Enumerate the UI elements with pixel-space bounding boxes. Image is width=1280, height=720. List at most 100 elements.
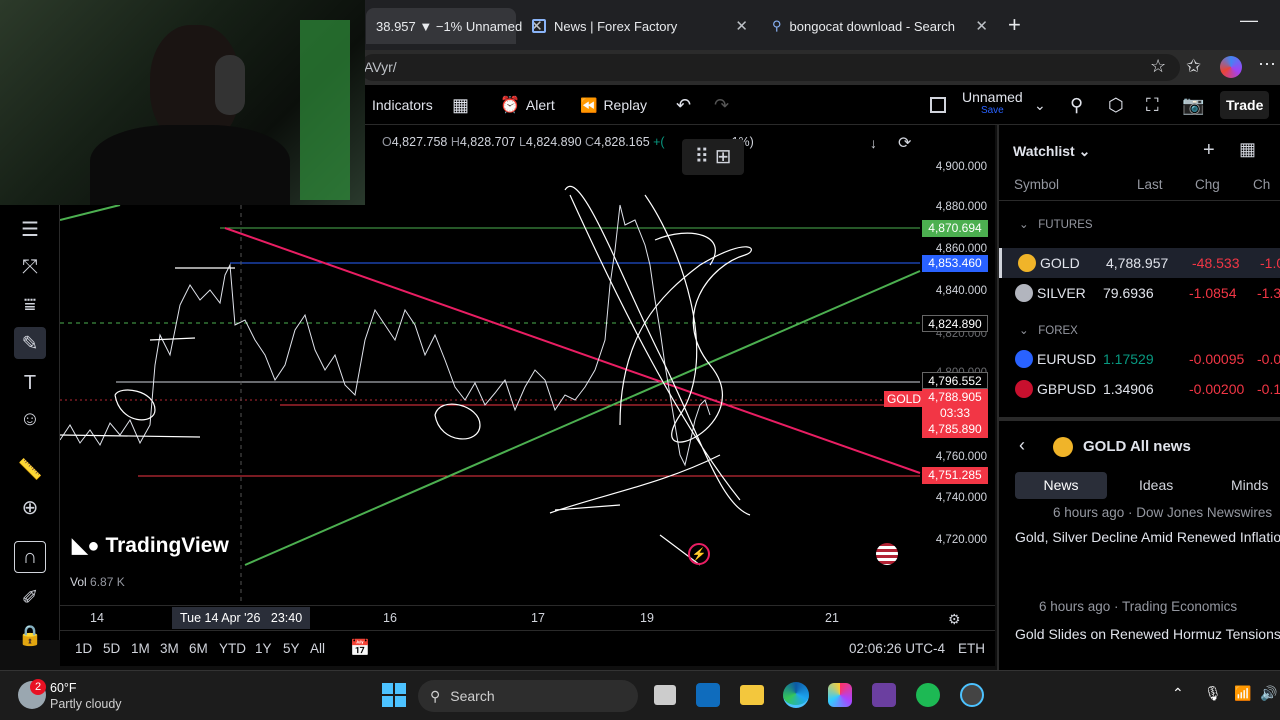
taskbar-search[interactable]: ⚲ Search (418, 680, 638, 712)
back-arrow-icon[interactable]: ‹ (1019, 435, 1025, 456)
layout-name-button[interactable]: Unnamed Save (962, 90, 1023, 118)
lock-drawing-icon[interactable]: ✐ (14, 581, 46, 613)
trend-line-icon[interactable]: ⤧ (14, 251, 46, 283)
timeframe-5d[interactable]: 5D (103, 641, 120, 656)
chrome-icon[interactable] (960, 683, 984, 707)
tab-forex-factory[interactable]: News | Forex Factory ✕ (522, 8, 758, 44)
microphone-icon[interactable]: 🎙 (1204, 685, 1222, 702)
price-tag-blue: 4,853.460 (922, 255, 988, 272)
weather-temp: 60°F (50, 681, 77, 695)
lock-icon[interactable]: 🔒 (14, 619, 46, 651)
watchlist-row[interactable]: SILVER 79.6936 -1.0854 -1.3 (999, 278, 1280, 308)
watchlist-title-button[interactable]: Watchlist ⌄ (1013, 143, 1090, 160)
column-chg[interactable]: Chg (1195, 177, 1220, 192)
spotify-icon[interactable] (916, 683, 940, 707)
column-symbol[interactable]: Symbol (1014, 177, 1059, 192)
group-forex[interactable]: ⌄ FOREX (1019, 323, 1078, 337)
more-menu-icon[interactable]: ⋯ (1258, 54, 1276, 75)
group-futures[interactable]: ⌄ FUTURES (1019, 217, 1093, 231)
favorite-star-icon[interactable]: ☆ (1150, 56, 1166, 77)
file-explorer-icon[interactable] (740, 685, 764, 705)
windows-start-icon[interactable] (382, 683, 406, 707)
timeframe-3m[interactable]: 3M (160, 641, 179, 656)
utc-clock[interactable]: 02:06:26 UTC-4 (849, 641, 945, 656)
price-tick: 4,840.000 (935, 285, 987, 297)
tab-minds[interactable]: Minds (1231, 477, 1268, 493)
close-icon[interactable]: ✕ (735, 17, 748, 35)
favorites-icon[interactable]: ✩ (1186, 56, 1201, 77)
timeframe-1m[interactable]: 1M (131, 641, 150, 656)
volume-icon[interactable]: 🔊 (1260, 685, 1277, 702)
news-item[interactable]: 6 hours ago · Dow Jones Newswires Gold, … (1015, 505, 1280, 548)
tab-ideas[interactable]: Ideas (1139, 477, 1173, 493)
us-flag-event-icon[interactable] (876, 543, 898, 565)
watchlist-layout-icon[interactable]: ▦ (1239, 139, 1256, 160)
column-chg-pct[interactable]: Ch (1253, 177, 1270, 192)
undo-button[interactable]: ↶ (676, 85, 691, 125)
tab-bongocat-search[interactable]: ⚲ bongocat download - Search ✕ (762, 8, 998, 44)
timeframe-5y[interactable]: 5Y (283, 641, 300, 656)
timeframe-6m[interactable]: 6M (189, 641, 208, 656)
timeframe-1d[interactable]: 1D (75, 641, 92, 656)
calendar-icon (532, 19, 546, 33)
edge-icon[interactable] (783, 682, 809, 708)
new-tab-button[interactable]: + (1008, 12, 1021, 38)
news-item[interactable]: 6 hours ago · Trading Economics Gold Sli… (1015, 599, 1280, 642)
indicators-button[interactable]: Indicators (372, 85, 433, 125)
fullscreen-icon[interactable]: ⛶ (1146, 85, 1159, 125)
copilot-icon[interactable] (1220, 56, 1242, 78)
alert-button[interactable]: ⏰ Alert (500, 85, 555, 125)
magnet-icon[interactable]: ∩ (14, 541, 46, 573)
watchlist-row[interactable]: GOLD 4,788.957 -48.533 -1.0 (999, 248, 1280, 278)
replay-loop-icon[interactable]: ⟳ (898, 133, 911, 153)
news-headline: Gold Slides on Renewed Hormuz Tensions (1015, 626, 1280, 642)
brush-icon[interactable]: ✎ (14, 327, 46, 359)
download-arrow-icon[interactable]: ↓ (870, 135, 877, 151)
price-tag-red: 4,785.890 (922, 421, 988, 438)
outlook-icon[interactable] (696, 683, 720, 707)
copilot-icon[interactable] (828, 683, 852, 707)
ruler-icon[interactable]: 📏 (14, 453, 46, 485)
timeframe-all[interactable]: All (310, 641, 325, 656)
tab-tradingview[interactable]: 38.957 ▼ −1% Unnamed ✕ (366, 8, 543, 44)
redo-button[interactable]: ↷ (714, 85, 729, 125)
wifi-icon[interactable]: 📶 (1234, 685, 1251, 702)
event-icon[interactable]: ⚡ (688, 543, 710, 565)
notification-badge: 2 (30, 679, 46, 695)
column-last[interactable]: Last (1137, 177, 1163, 192)
camera-icon[interactable]: 📷 (1182, 85, 1204, 125)
watchlist-row[interactable]: EURUSD 1.17529 -0.00095 -0.0 (999, 344, 1280, 374)
chevron-up-icon[interactable]: ⌃ (1172, 685, 1184, 702)
quick-search-icon[interactable]: ⚲ (1070, 85, 1083, 125)
calendar-range-icon[interactable]: 📅 (350, 638, 370, 658)
symbol: GOLD (1040, 255, 1080, 271)
layout-checkbox-icon[interactable] (930, 85, 946, 125)
store-icon[interactable] (872, 683, 896, 707)
task-view-icon[interactable] (654, 685, 676, 705)
silver-icon (1015, 284, 1033, 302)
tab-news[interactable]: News (1015, 472, 1107, 499)
object-tree-button[interactable]: ⠿ ⊞ (682, 139, 744, 175)
time-tick: 16 (383, 611, 397, 625)
replay-button[interactable]: ⏪ Replay (580, 85, 647, 125)
chevron-down-icon[interactable]: ⌄ (1034, 85, 1046, 125)
crosshair-icon[interactable]: ☰ (14, 213, 46, 245)
watchlist-row[interactable]: GBPUSD 1.34906 -0.00200 -0.1 (999, 374, 1280, 404)
text-icon[interactable]: T (14, 367, 46, 399)
settings-gear-icon[interactable]: ⬡ (1108, 85, 1124, 125)
close-icon[interactable]: ✕ (975, 17, 988, 35)
timeframe-1y[interactable]: 1Y (255, 641, 272, 656)
minimize-button[interactable]: — (1240, 10, 1258, 31)
emoji-icon[interactable]: ☺ (14, 403, 46, 435)
trade-button[interactable]: Trade (1220, 91, 1270, 119)
time-axis[interactable]: 14 Tue 14 Apr '26 23:40 16 17 19 21 ⚙ (60, 605, 995, 630)
fib-icon[interactable]: ⩸ (14, 289, 46, 321)
axis-settings-icon[interactable]: ⚙ (948, 611, 961, 628)
timeframe-ytd[interactable]: YTD (219, 641, 246, 656)
templates-icon[interactable]: ▦ (452, 85, 469, 125)
zoom-in-icon[interactable]: ⊕ (14, 491, 46, 523)
session-toggle[interactable]: ETH (958, 641, 985, 656)
add-symbol-icon[interactable]: + (1203, 139, 1215, 162)
price-tick: 4,900.000 (935, 161, 987, 173)
address-input[interactable]: AVyr/ (360, 54, 1180, 81)
